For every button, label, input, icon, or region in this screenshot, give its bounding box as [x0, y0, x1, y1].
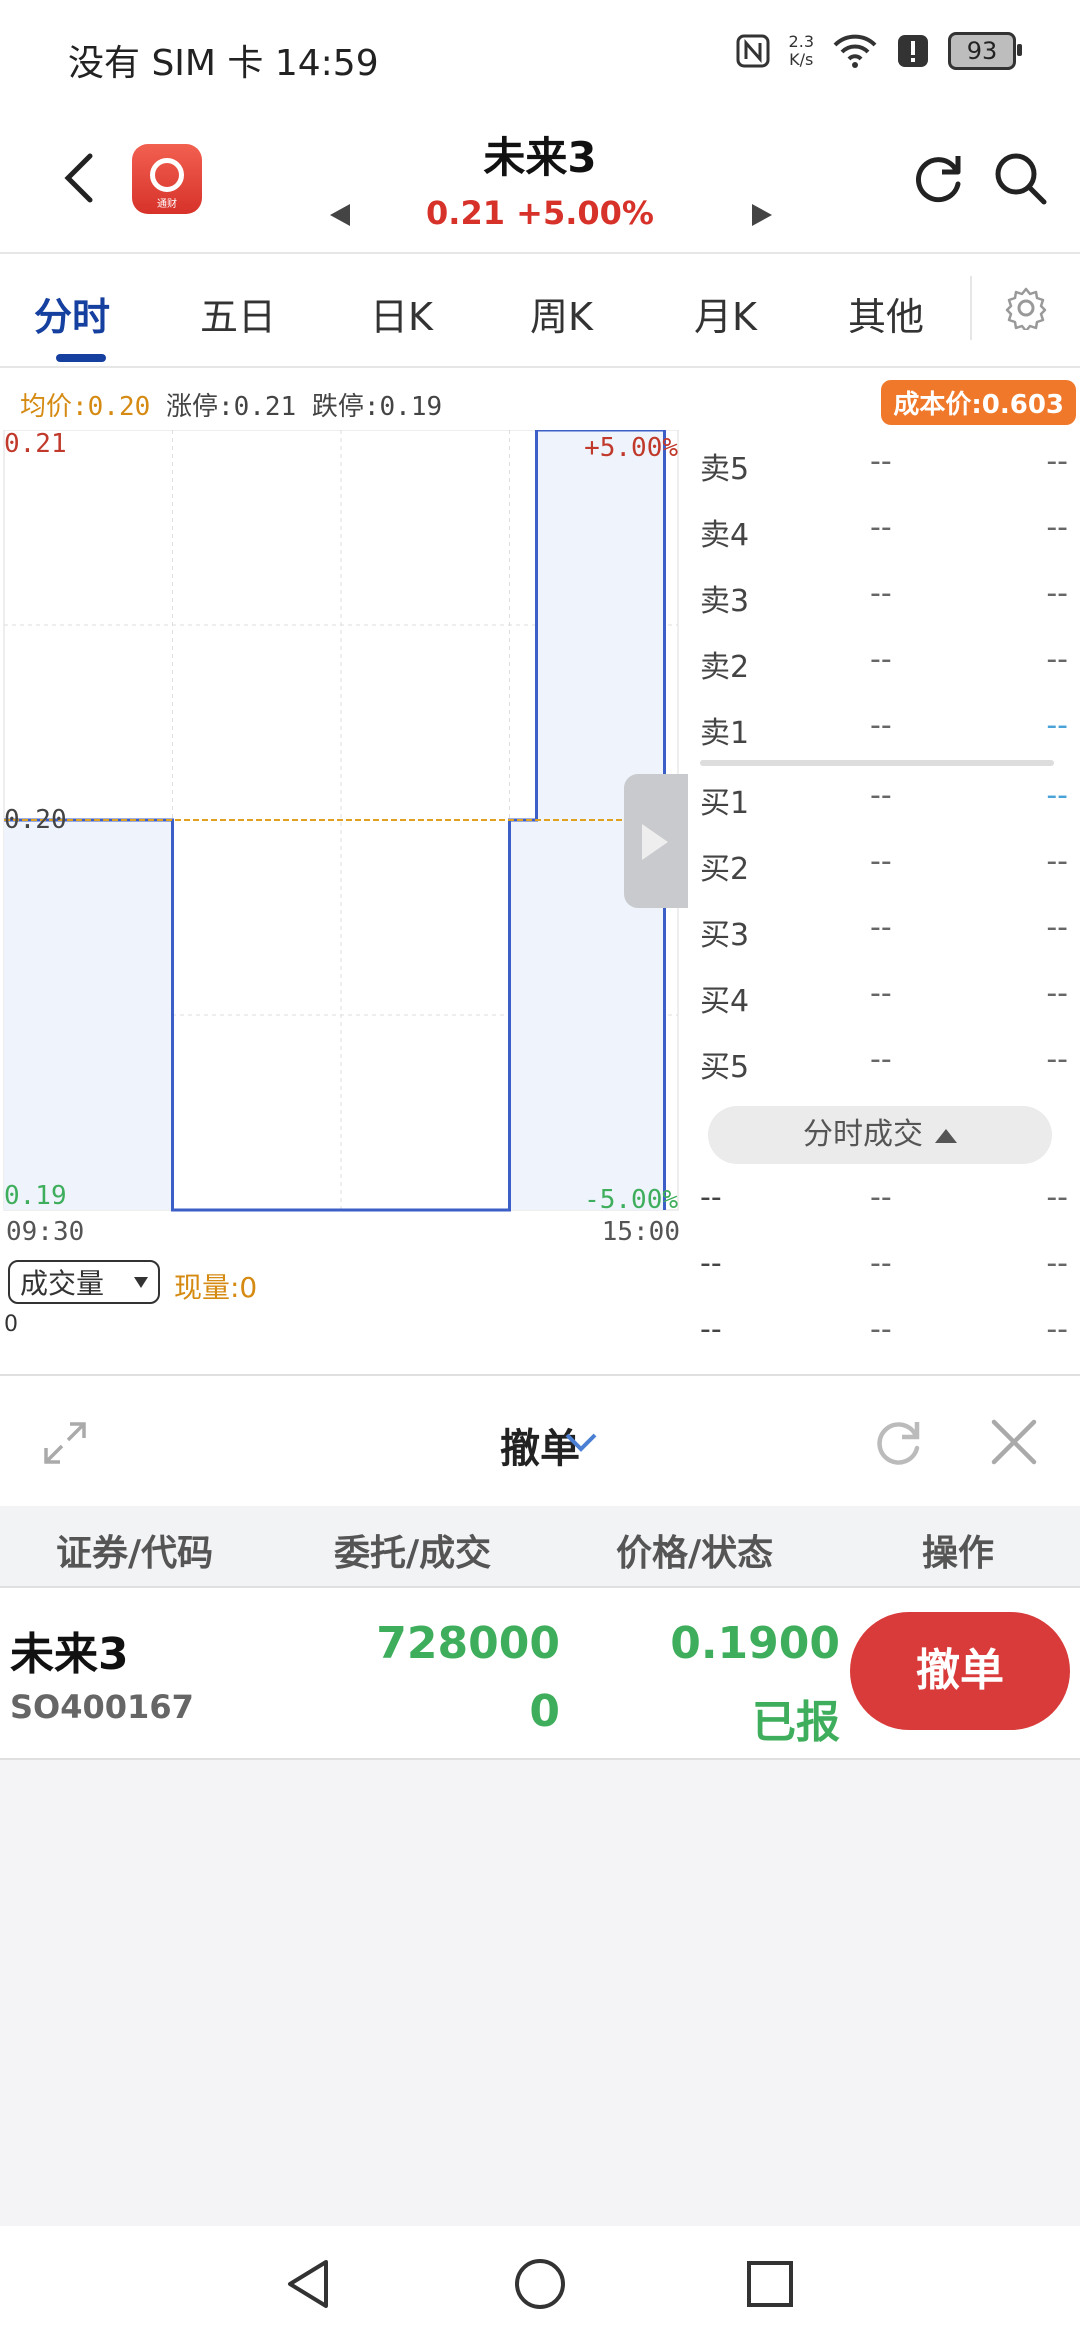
y-label-mid: 0.20 [4, 805, 67, 835]
refresh-icon[interactable] [870, 1414, 926, 1470]
order-stock-code: SO400167 [10, 1688, 194, 1726]
limit-down: 跌停:0.19 [311, 392, 443, 422]
col-price-status: 价格/状态 [616, 1533, 774, 1574]
buy-3-row: 买3 -- -- [700, 910, 1068, 953]
search-icon[interactable] [990, 148, 1050, 208]
chevron-down-icon[interactable] [564, 1432, 598, 1452]
nav-back-icon[interactable] [282, 2256, 334, 2312]
nav-recents-icon[interactable] [744, 2258, 796, 2310]
tab-other[interactable]: 其他 [848, 286, 924, 341]
y-label-bottom: 0.19 [4, 1181, 67, 1211]
orderbook: 卖5 -- -- 卖4 -- -- 卖3 -- -- 卖2 -- -- 卖1 -- -- 买1 -- -… [686, 430, 1080, 1374]
avg-price: 均价:0.20 [20, 392, 151, 422]
sell-2-row: 卖2 -- -- [700, 642, 1068, 685]
x-label-start: 09:30 [6, 1217, 84, 1242]
cancel-order-button[interactable]: 撤单 [850, 1612, 1070, 1730]
sell-5-row: 卖5 -- -- [700, 444, 1068, 487]
stock-header: 通财 未来3 0.21 +5.00% [0, 120, 1080, 254]
close-icon[interactable] [988, 1416, 1040, 1468]
order-status: 已报 [752, 1697, 840, 1748]
cost-price-badge: 成本价:0.603 [881, 380, 1076, 425]
order-price: 0.1900 [670, 1618, 840, 1669]
cancel-order-panel-header: 撤单 [0, 1374, 1080, 1508]
battery-icon: 93 [948, 32, 1022, 70]
buy-5-row: 买5 -- -- [700, 1042, 1068, 1085]
nfc-icon [736, 34, 770, 68]
network-speed: 2.3 K/s [788, 32, 814, 69]
x-label-end: 15:00 [602, 1217, 680, 1242]
wifi-icon [833, 34, 877, 68]
status-left-text: 没有 SIM 卡 14:59 [68, 43, 379, 84]
stock-change: +5.00% [516, 194, 654, 232]
volume-row: 成交量 现量:0 0 [0, 1260, 684, 1337]
buy-2-row: 买2 -- -- [700, 844, 1068, 887]
trade-row: -- -- -- [700, 1246, 1068, 1281]
intraday-chart[interactable]: 0.21 0.20 0.19 +5.00% -5.00% 09:30 15:00 [2, 430, 684, 1242]
stock-price: 0.21 [426, 194, 505, 232]
buy-1-row: 买1 -- -- [700, 778, 1068, 821]
price-stats: 均价:0.20 涨停:0.21 跌停:0.19 [20, 386, 442, 423]
active-tab-indicator [56, 354, 106, 362]
col-entrust: 委托/成交 [334, 1533, 492, 1574]
order-table-header: 证券/代码 委托/成交 价格/状态 操作 [0, 1506, 1080, 1588]
trade-row: -- -- -- [700, 1180, 1068, 1215]
volume-indicator-select[interactable]: 成交量 [8, 1260, 160, 1304]
order-filled-qty: 0 [529, 1686, 560, 1737]
pct-label-bottom: -5.00% [584, 1185, 678, 1215]
limit-up: 涨停:0.21 [165, 392, 297, 422]
sell-3-row: 卖3 -- -- [700, 576, 1068, 619]
chart-area: 均价:0.20 涨停:0.21 跌停:0.19 成本价:0.603 0.21 0… [0, 368, 1080, 1374]
intraday-trades-button[interactable]: 分时成交 [708, 1106, 1052, 1164]
status-icons: 2.3 K/s 93 [735, 32, 1022, 70]
nav-home-icon[interactable] [512, 2256, 568, 2312]
alert-icon [898, 35, 928, 67]
period-tabs: 分时 五日 日K 周K 月K 其他 [0, 254, 1080, 368]
sell-4-row: 卖4 -- -- [700, 510, 1068, 553]
col-security: 证券/代码 [56, 1533, 214, 1574]
sell-1-row: 卖1 -- -- [700, 708, 1068, 751]
trade-row: -- -- -- [700, 1312, 1068, 1347]
next-stock-icon[interactable] [752, 204, 772, 226]
current-volume: 现量:0 [174, 1271, 258, 1304]
order-stock-name: 未来3 [10, 1629, 129, 1680]
pct-label-top: +5.00% [584, 433, 678, 463]
col-action: 操作 [922, 1533, 995, 1574]
prev-stock-icon[interactable] [330, 204, 350, 226]
orderbook-divider [700, 760, 1054, 766]
buy-4-row: 买4 -- -- [700, 976, 1068, 1019]
y-label-top: 0.21 [4, 430, 67, 459]
table-row[interactable]: 未来3 SO400167 728000 0 0.1900 已报 撤单 [0, 1588, 1080, 1760]
order-entrust-qty: 728000 [376, 1618, 560, 1669]
tab-weekly-k[interactable]: 周K [530, 286, 593, 341]
refresh-icon[interactable] [908, 148, 968, 208]
tab-intraday[interactable]: 分时 [34, 286, 110, 341]
system-nav-bar [0, 2226, 1080, 2340]
volume-zero-label: 0 [4, 1312, 18, 1337]
tab-monthly-k[interactable]: 月K [694, 286, 757, 341]
collapse-orderbook-handle[interactable] [624, 774, 688, 908]
tab-five-day[interactable]: 五日 [200, 286, 276, 341]
status-bar: 没有 SIM 卡 14:59 2.3 K/s 93 [0, 0, 1080, 120]
tab-separator [970, 276, 972, 340]
gear-icon[interactable] [1004, 286, 1048, 330]
tab-daily-k[interactable]: 日K [370, 286, 433, 341]
